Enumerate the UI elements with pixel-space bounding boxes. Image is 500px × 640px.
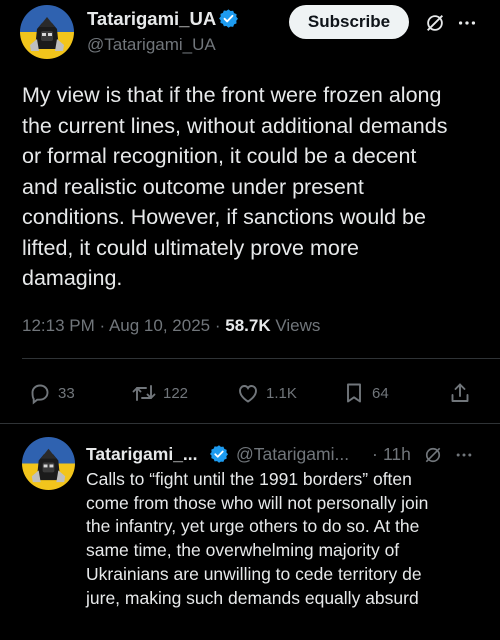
share-button[interactable] [448, 381, 478, 405]
repost-count: 122 [163, 384, 189, 402]
like-button[interactable]: 1.1K [236, 381, 297, 405]
author-handle[interactable]: @Tatarigami_UA [87, 35, 216, 55]
more-icon[interactable] [456, 12, 478, 34]
repost-icon [132, 385, 156, 401]
post-text: My view is that if the front were frozen… [22, 83, 448, 290]
grok-icon[interactable] [423, 445, 443, 465]
bookmark-button[interactable]: 64 [342, 381, 389, 405]
meta-separator: · [214, 316, 226, 335]
author-name[interactable]: Tatarigami_UA [87, 8, 216, 30]
divider [22, 358, 500, 359]
grok-icon[interactable] [424, 12, 446, 34]
post-time[interactable]: 12:13 PM [22, 316, 95, 335]
reply-time[interactable]: 11h [383, 444, 411, 465]
reply-icon [31, 384, 49, 405]
verified-badge-icon [209, 444, 229, 469]
reply-author-handle[interactable]: @Tatarigami... [236, 444, 349, 465]
reply-author-name[interactable]: Tatarigami_... [86, 444, 198, 465]
reply-count: 33 [58, 384, 75, 402]
verified-badge-icon [218, 8, 239, 34]
like-count: 1.1K [266, 384, 297, 402]
reply-button[interactable]: 33 [28, 381, 75, 405]
views-label: Views [275, 316, 321, 335]
reply-time-separator: · [372, 444, 378, 464]
author-avatar[interactable] [20, 5, 74, 59]
bookmark-icon [347, 383, 361, 403]
like-icon [239, 385, 257, 403]
bookmark-count: 64 [372, 384, 389, 402]
divider [0, 423, 500, 424]
post-date[interactable]: Aug 10, 2025 [109, 316, 210, 335]
reply-text: Calls to “fight until the 1991 borders” … [86, 469, 429, 608]
views-count: 58.7K [225, 316, 271, 335]
meta-separator: · [99, 316, 109, 335]
repost-button[interactable]: 122 [131, 381, 188, 405]
post-meta: 12:13 PM · Aug 10, 2025 · 58.7K Views [22, 316, 320, 336]
more-icon[interactable] [454, 445, 474, 465]
subscribe-button[interactable]: Subscribe [289, 5, 409, 39]
share-icon [451, 383, 469, 402]
reply-author-avatar[interactable] [22, 437, 75, 490]
